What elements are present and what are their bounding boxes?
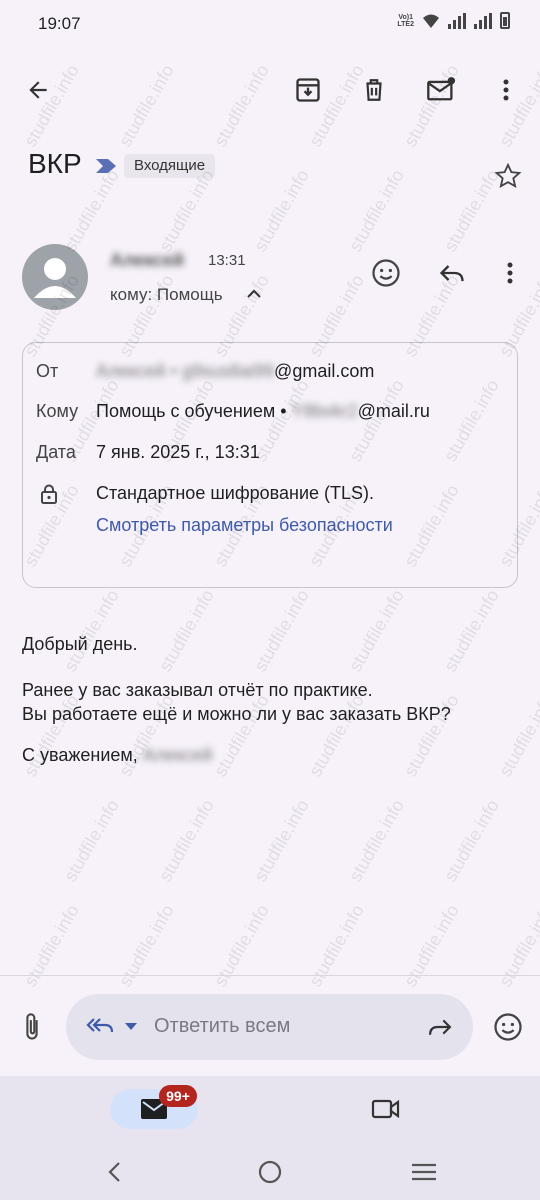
attach-icon[interactable]: [12, 1007, 52, 1047]
lock-icon: [41, 484, 57, 504]
date-value: 7 янв. 2025 г., 13:31: [96, 442, 260, 462]
reply-all-icon[interactable]: [80, 1007, 120, 1047]
emoji-icon[interactable]: [488, 1007, 528, 1047]
to-domain: @mail.ru: [357, 401, 430, 421]
wifi-icon: [423, 14, 439, 28]
signoff-text: С уважением,: [22, 745, 138, 765]
signoff-name-blurred: Алексей: [142, 745, 213, 765]
volte-icon: Vo)1 LTE2: [397, 13, 414, 28]
watermark-text: studfile.info: [250, 586, 313, 675]
emoji-reaction-icon[interactable]: [366, 253, 406, 293]
watermark-text: studfile.info: [155, 586, 218, 675]
sender-name[interactable]: Алексей: [110, 250, 184, 271]
encryption-text: Стандартное шифрование (TLS).: [96, 483, 375, 503]
watermark-text: studfile.info: [440, 586, 503, 675]
mark-unread-icon[interactable]: [421, 70, 461, 110]
watermark-text: studfile.info: [250, 166, 313, 255]
status-icons: Vo)1 LTE2: [397, 12, 510, 29]
reply-placeholder[interactable]: Ответить всем: [154, 1015, 290, 1038]
reply-mode-dropdown-icon[interactable]: [124, 1022, 138, 1031]
status-time: 19:07: [38, 14, 81, 33]
system-home-icon[interactable]: [250, 1152, 290, 1192]
composer-divider: [0, 975, 540, 976]
to-label: Кому: [36, 401, 79, 421]
watermark-text: studfile.info: [495, 691, 540, 780]
body-line-2: Вы работаете ещё и можно ли у вас заказа…: [22, 704, 451, 724]
from-label: От: [36, 361, 59, 381]
to-value[interactable]: Помощь с обучением • Y8bvkr2@mail.ru: [96, 401, 430, 422]
email-time: 13:31: [208, 252, 246, 269]
watermark-text: studfile.info: [115, 61, 178, 151]
archive-icon[interactable]: [288, 70, 328, 110]
watermark-text: studfile.info: [495, 901, 540, 990]
star-icon[interactable]: [488, 156, 528, 196]
body-greeting: Добрый день.: [22, 634, 138, 654]
forward-icon[interactable]: [420, 1007, 460, 1047]
watermark-text: studfile.info: [115, 901, 178, 990]
security-details-link[interactable]: Смотреть параметры безопасности: [96, 515, 393, 536]
watermark-text: studfile.info: [20, 901, 83, 990]
from-address-blurred: Алексей • g9sus8ai99: [96, 361, 275, 381]
system-back-icon[interactable]: [94, 1152, 134, 1192]
signal-icon: [448, 12, 466, 29]
watermark-text: studfile.info: [345, 166, 408, 255]
body-signoff: С уважением, Алексей: [22, 743, 213, 767]
watermark-text: studfile.info: [210, 61, 273, 151]
unread-badge: 99+: [159, 1085, 197, 1107]
watermark-text: studfile.info: [440, 796, 503, 885]
watermark-text: studfile.info: [155, 166, 218, 255]
trash-icon[interactable]: [354, 70, 394, 110]
from-domain: @gmail.com: [274, 361, 375, 381]
watermark-text: studfile.info: [155, 796, 218, 885]
battery-icon: [500, 12, 510, 29]
reply-icon[interactable]: [432, 253, 472, 293]
more-vert-icon-message[interactable]: [490, 253, 530, 293]
watermark-text: studfile.info: [60, 796, 123, 885]
avatar[interactable]: [22, 244, 88, 310]
recipient-summary[interactable]: кому: Помощь: [110, 285, 223, 305]
watermark-text: studfile.info: [345, 796, 408, 885]
watermark-text: studfile.info: [305, 901, 368, 990]
from-value[interactable]: Алексей • g9sus8ai99@gmail.com: [96, 361, 374, 382]
label-chip-inbox[interactable]: Входящие: [124, 154, 216, 178]
watermark-text: studfile.info: [60, 586, 123, 675]
watermark-text: studfile.info: [210, 901, 273, 990]
body-line-1: Ранее у вас заказывал отчёт по практике.: [22, 680, 373, 700]
watermark-text: studfile.info: [400, 901, 463, 990]
meet-video-icon[interactable]: [366, 1089, 406, 1129]
more-vert-icon[interactable]: [486, 70, 526, 110]
email-subject: ВКР: [28, 148, 82, 179]
back-arrow-icon[interactable]: [18, 70, 58, 110]
important-marker-icon[interactable]: [94, 158, 118, 174]
signal-icon-2: [474, 12, 492, 29]
to-address-blurred: Y8bvkr2: [291, 401, 358, 421]
chevron-up-icon[interactable]: [246, 287, 262, 301]
watermark-text: studfile.info: [250, 796, 313, 885]
to-name: Помощь с обучением •: [96, 401, 287, 421]
watermark-text: studfile.info: [345, 586, 408, 675]
date-label: Дата: [36, 442, 76, 462]
system-recents-icon[interactable]: [404, 1152, 444, 1192]
